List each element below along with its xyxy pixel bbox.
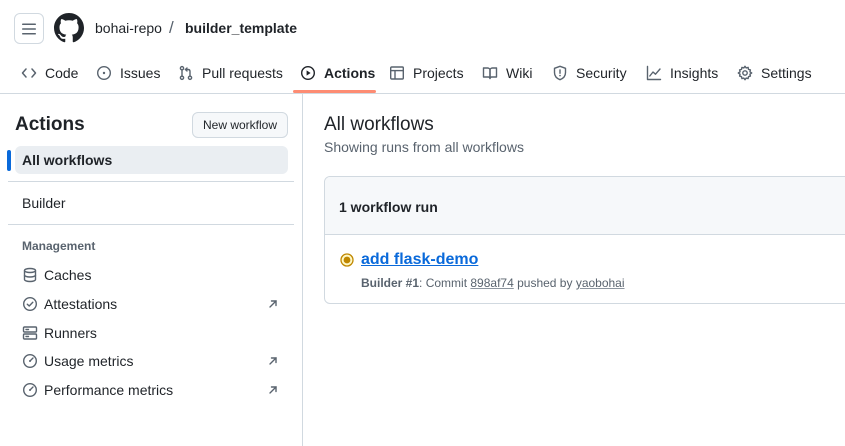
tab-wiki[interactable]: Wiki [482, 53, 532, 93]
issue-opened-icon [96, 65, 112, 81]
play-icon [300, 65, 316, 81]
menu-button[interactable] [14, 13, 44, 44]
sidebar-item-label: Usage metrics [44, 353, 134, 369]
book-icon [482, 67, 498, 80]
code-icon [21, 68, 37, 78]
tab-projects[interactable]: Projects [389, 53, 464, 93]
sidebar-item-caches[interactable]: Caches [22, 265, 282, 285]
sidebar-divider [8, 224, 294, 225]
repo-header: bohai-repo / builder_template Code Issue… [0, 0, 845, 94]
tab-settings[interactable]: Settings [737, 53, 812, 93]
graph-icon [646, 65, 662, 81]
sidebar-item-label: Runners [44, 325, 97, 341]
tab-label: Insights [670, 65, 719, 81]
breadcrumb-owner[interactable]: bohai-repo [95, 20, 162, 36]
sidebar-item-label: All workflows [22, 152, 113, 168]
workflow-run-name: Builder #1 [361, 276, 420, 290]
page-title: All workflows [324, 114, 434, 135]
git-pull-request-icon [179, 65, 193, 81]
tab-actions[interactable]: Actions [300, 53, 375, 93]
shield-icon [553, 65, 567, 81]
sidebar-item-attestations[interactable]: Attestations [22, 294, 282, 314]
repo-nav-tabs: Code Issues Pull requests Actions Projec… [0, 53, 845, 93]
sidebar-item-label: Attestations [44, 296, 118, 312]
link-external-icon [269, 357, 277, 365]
tab-label: Actions [324, 65, 376, 81]
workflow-run-count: 1 workflow run [339, 199, 438, 215]
tab-label: Wiki [506, 65, 533, 81]
new-workflow-button[interactable]: New workflow [192, 112, 288, 138]
active-indicator [7, 150, 11, 171]
runs-list-header: 1 workflow run [325, 177, 845, 235]
breadcrumb-separator: / [169, 18, 174, 37]
tab-label: Security [576, 65, 627, 81]
sidebar-divider [8, 181, 294, 182]
breadcrumb-repo[interactable]: builder_template [185, 20, 297, 36]
tab-label: Settings [761, 65, 812, 81]
workflow-run-title-link[interactable]: add flask-demo [361, 251, 478, 269]
tab-issues[interactable]: Issues [96, 53, 160, 93]
hamburger-icon [22, 23, 36, 34]
table-icon [390, 66, 405, 80]
tab-security[interactable]: Security [552, 53, 627, 93]
sidebar-item-performance-metrics[interactable]: Performance metrics [22, 380, 282, 400]
workflow-run-meta: Builder #1: Commit 898af74 pushed by yao… [361, 276, 625, 290]
link-external-icon [269, 300, 277, 308]
commit-prefix: : Commit [419, 276, 471, 290]
meter-icon [22, 353, 38, 369]
sidebar-section-management: Management [22, 239, 96, 253]
sidebar-item-label: Caches [44, 267, 92, 283]
tab-label: Code [45, 65, 79, 81]
in-progress-status-icon [340, 253, 354, 267]
selected-tab-underline [293, 90, 376, 93]
verified-icon [22, 296, 38, 312]
sidebar-item-builder[interactable]: Builder [22, 195, 66, 211]
meter-icon [22, 382, 38, 398]
github-logo-icon[interactable] [54, 13, 84, 43]
page-subtitle: Showing runs from all workflows [324, 139, 524, 155]
workflow-runs-list: 1 workflow run add flask-demo Builder #1… [324, 176, 845, 304]
sidebar-item-label: Performance metrics [44, 382, 174, 398]
actions-sidebar: Actions New workflow All workflows Build… [0, 94, 303, 446]
gear-icon [737, 65, 753, 81]
commit-sha-link[interactable]: 898af74 [470, 276, 513, 290]
sidebar-title: Actions [15, 114, 85, 135]
link-external-icon [269, 386, 277, 394]
tab-code[interactable]: Code [21, 53, 78, 93]
pushed-by-prefix: pushed by [513, 276, 576, 290]
tab-label: Pull requests [202, 65, 283, 81]
tab-label: Projects [413, 65, 464, 81]
server-icon [22, 326, 38, 340]
sidebar-item-usage-metrics[interactable]: Usage metrics [22, 351, 282, 371]
sidebar-item-runners[interactable]: Runners [22, 323, 282, 343]
database-icon [23, 267, 37, 283]
tab-insights[interactable]: Insights [646, 53, 718, 93]
actor-link[interactable]: yaobohai [576, 276, 625, 290]
tab-pull-requests[interactable]: Pull requests [178, 53, 283, 93]
tab-label: Issues [120, 65, 161, 81]
